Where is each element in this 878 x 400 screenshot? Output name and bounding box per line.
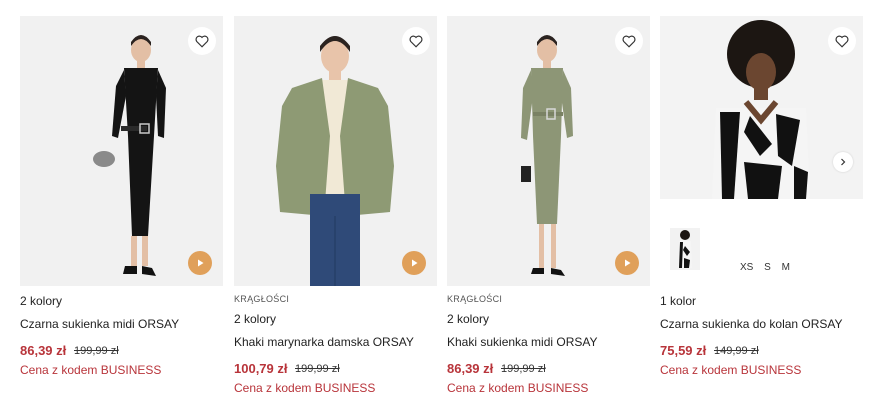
model-photo (521, 35, 573, 276)
product-name[interactable]: Czarna sukienka midi ORSAY (20, 317, 179, 331)
play-icon (625, 259, 631, 267)
wishlist-button[interactable] (188, 27, 216, 55)
play-video-button[interactable] (188, 251, 212, 275)
model-photo (276, 36, 394, 286)
wishlist-button[interactable] (402, 27, 430, 55)
product-card[interactable]: KRĄGŁOŚCI 2 kolory Khaki marynarka damsk… (234, 16, 437, 395)
wishlist-button[interactable] (828, 27, 856, 55)
product-name[interactable]: Czarna sukienka do kolan ORSAY (660, 317, 843, 331)
heart-icon (835, 35, 849, 48)
product-image[interactable] (234, 16, 437, 286)
product-card[interactable]: XS S M 1 kolor Czarna sukienka do kolan … (660, 16, 863, 377)
product-card[interactable]: KRĄGŁOŚCI 2 kolory Khaki sukienka midi O… (447, 16, 650, 395)
heart-icon (195, 35, 209, 48)
heart-icon (409, 35, 423, 48)
color-count: 1 kolor (660, 294, 697, 308)
color-count: 2 kolory (447, 312, 490, 326)
model-photo (93, 35, 166, 276)
product-name[interactable]: Khaki marynarka damska ORSAY (234, 335, 414, 349)
product-image[interactable] (20, 16, 223, 286)
play-video-button[interactable] (615, 251, 639, 275)
old-price: 199,99 zł (295, 363, 340, 375)
next-image-button[interactable] (833, 152, 853, 172)
old-price: 199,99 zł (74, 345, 119, 357)
current-price: 86,39 zł (20, 343, 67, 358)
product-image[interactable] (660, 16, 863, 199)
wishlist-button[interactable] (615, 27, 643, 55)
current-price: 75,59 zł (660, 343, 707, 358)
variant-photo (678, 230, 692, 268)
play-icon (198, 259, 204, 267)
color-count: 2 kolory (234, 312, 277, 326)
product-grid: 2 kolory Czarna sukienka midi ORSAY 86,3… (0, 0, 878, 400)
color-count: 2 kolory (20, 294, 63, 308)
product-name[interactable]: Khaki sukienka midi ORSAY (447, 335, 598, 349)
heart-icon (622, 35, 636, 48)
promo-code-text: Cena z kodem BUSINESS (447, 381, 589, 395)
play-icon (412, 259, 418, 267)
category-tag: KRĄGŁOŚCI (234, 294, 290, 304)
play-video-button[interactable] (402, 251, 426, 275)
current-price: 86,39 zł (447, 361, 494, 376)
category-tag: KRĄGŁOŚCI (447, 294, 503, 304)
promo-code-text: Cena z kodem BUSINESS (20, 363, 162, 377)
promo-code-text: Cena z kodem BUSINESS (660, 363, 802, 377)
current-price: 100,79 zł (234, 361, 288, 376)
chevron-right-icon (841, 158, 846, 166)
product-image[interactable] (447, 16, 650, 286)
old-price: 149,99 zł (714, 345, 759, 357)
available-sizes: XS S M (740, 262, 790, 273)
promo-code-text: Cena z kodem BUSINESS (234, 381, 376, 395)
old-price: 199,99 zł (501, 363, 546, 375)
product-card[interactable]: 2 kolory Czarna sukienka midi ORSAY 86,3… (20, 16, 223, 377)
color-variant-thumbnail[interactable] (670, 228, 700, 270)
